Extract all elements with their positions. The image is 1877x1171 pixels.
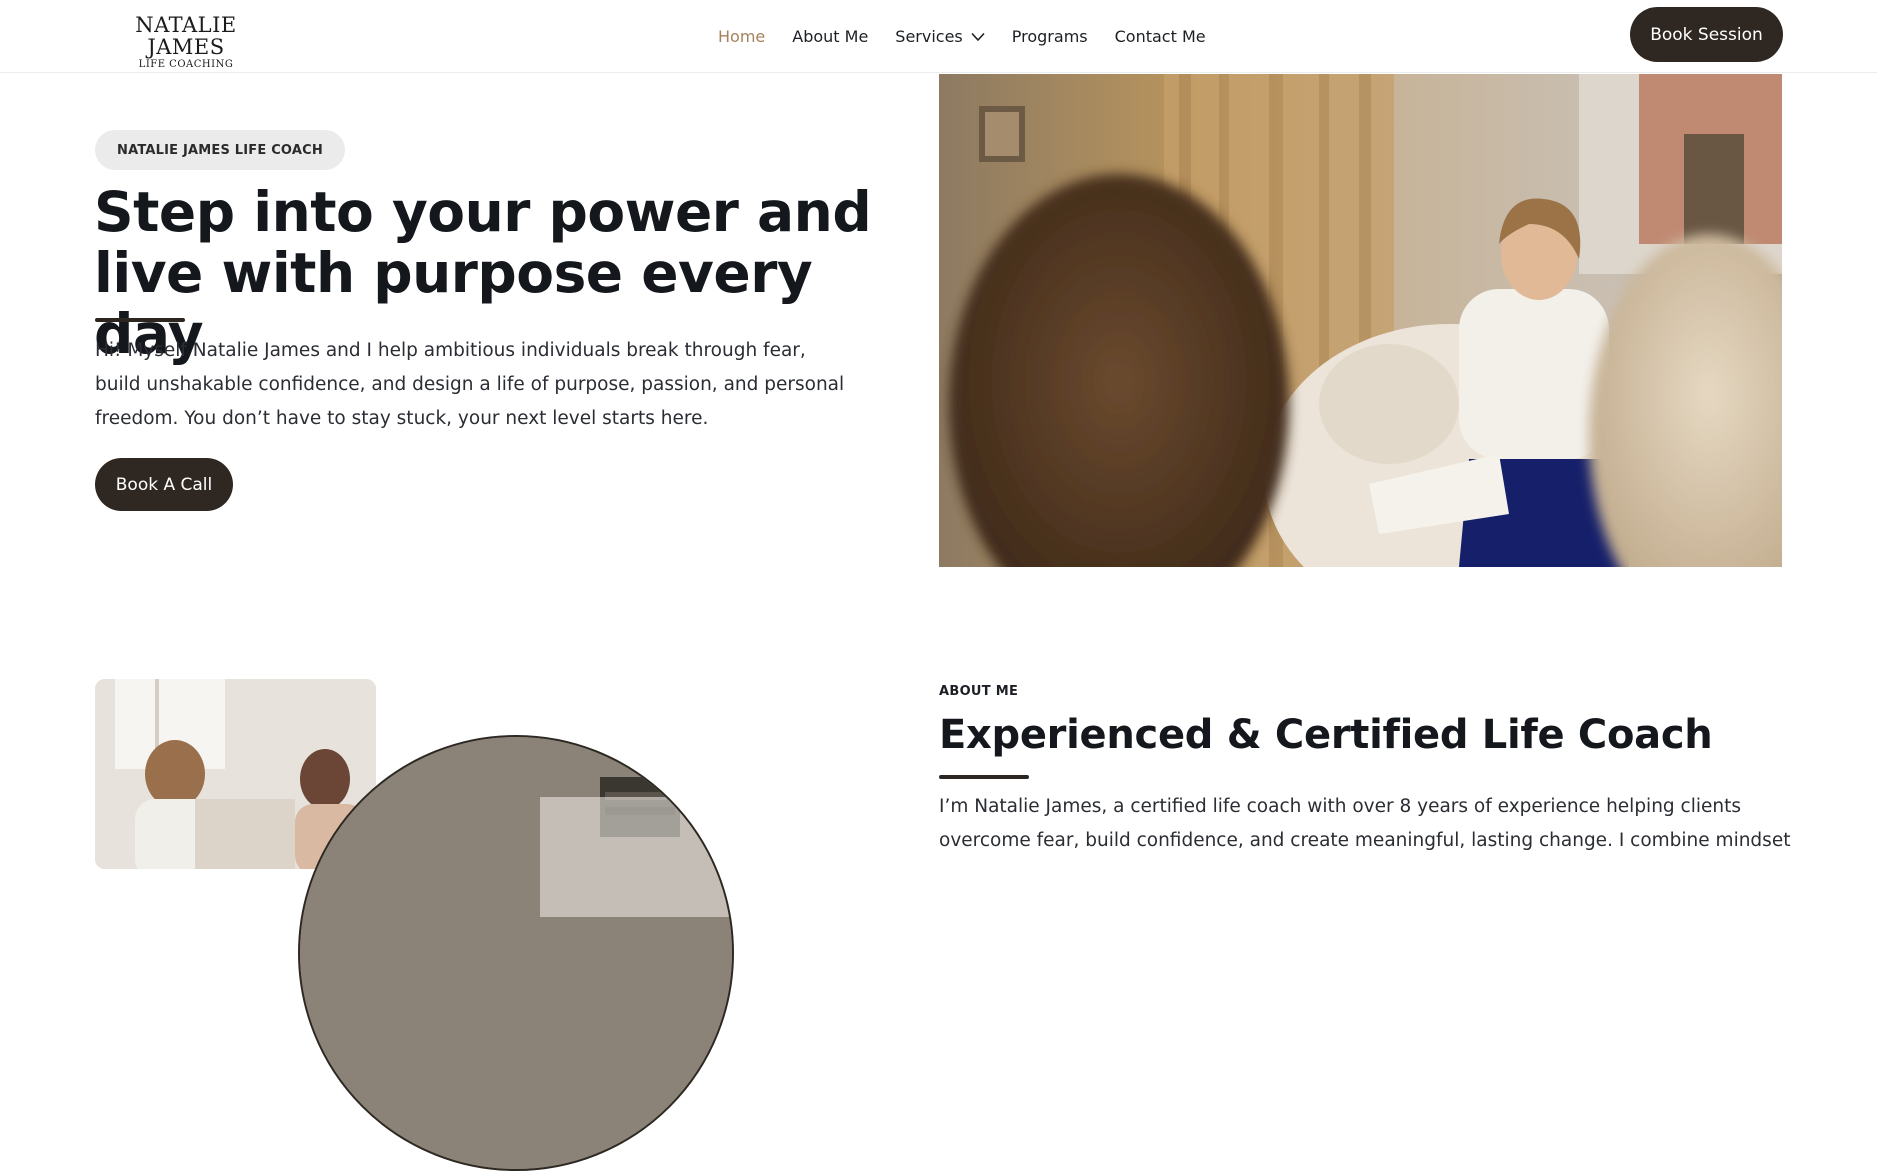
- logo-subtitle: LIFE COACHING: [138, 59, 234, 70]
- book-session-button[interactable]: Book Session: [1630, 7, 1783, 62]
- nav-contact[interactable]: Contact Me: [1115, 27, 1206, 46]
- about-title: Experienced & Certified Life Coach: [939, 712, 1713, 758]
- hero-image-coaching-session: [939, 74, 1782, 567]
- logo-name: NATALIE JAMES: [135, 13, 237, 59]
- about-title-underline: [939, 775, 1029, 779]
- title-underline: [95, 318, 185, 322]
- main-nav: Home About Me Services Programs Contact …: [718, 0, 1206, 73]
- nav-services[interactable]: Services: [895, 27, 985, 46]
- hero-badge: NATALIE JAMES LIFE COACH: [95, 130, 345, 170]
- hero-title-line1: Step into your power and: [94, 180, 872, 244]
- nav-programs[interactable]: Programs: [1012, 27, 1088, 46]
- about-image-circle: [298, 735, 734, 1171]
- logo[interactable]: NATALIE JAMES LIFE COACHING: [96, 14, 276, 71]
- about-description: I’m Natalie James, a certified life coac…: [939, 796, 1791, 851]
- nav-services-label: Services: [895, 27, 963, 46]
- nav-home[interactable]: Home: [718, 27, 765, 46]
- site-header: NATALIE JAMES LIFE COACHING Home About M…: [0, 0, 1877, 73]
- book-call-button[interactable]: Book A Call: [95, 458, 233, 511]
- chevron-down-icon: [971, 32, 985, 42]
- nav-about[interactable]: About Me: [792, 27, 868, 46]
- hero-description: Hi! Myself Natalie James and I help ambi…: [95, 340, 845, 429]
- about-section-label: ABOUT ME: [939, 684, 1019, 699]
